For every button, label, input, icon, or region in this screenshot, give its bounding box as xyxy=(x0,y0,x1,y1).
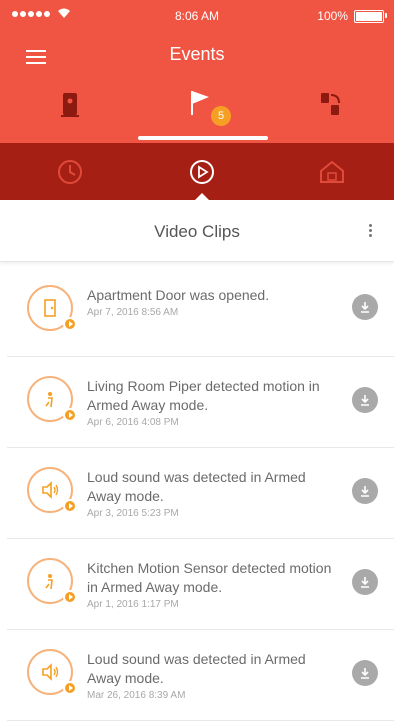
tab-indicator xyxy=(138,136,268,140)
play-badge-icon xyxy=(63,317,77,331)
events-count-badge: 5 xyxy=(211,106,231,126)
play-badge-icon xyxy=(63,590,77,604)
event-title: Loud sound was detected in Armed Away mo… xyxy=(87,469,306,504)
battery-tip xyxy=(385,13,387,18)
event-title: Living Room Piper detected motion in Arm… xyxy=(87,378,320,413)
list-item[interactable]: Apartment Door was opened. Apr 7, 2016 8… xyxy=(7,266,394,357)
subtab-history[interactable] xyxy=(40,153,100,191)
event-time: Apr 6, 2016 4:08 PM xyxy=(87,417,179,428)
event-time: Apr 7, 2016 8:56 AM xyxy=(87,307,179,318)
event-time: Apr 1, 2016 1:17 PM xyxy=(87,599,179,610)
history-icon xyxy=(58,160,82,184)
list-item[interactable]: Living Room Piper detected motion in Arm… xyxy=(7,357,394,448)
home-icon xyxy=(320,160,344,183)
list-item[interactable]: Loud sound was detected in Armed Away mo… xyxy=(7,630,394,721)
play-badge-icon xyxy=(63,408,77,422)
play-circle-icon xyxy=(190,160,214,184)
list-item[interactable]: Kitchen Motion Sensor detected motion in… xyxy=(7,539,394,630)
page-title: Events xyxy=(169,44,225,64)
download-icon[interactable] xyxy=(352,478,378,504)
section-title: Video Clips xyxy=(154,222,240,241)
subtab-home[interactable] xyxy=(302,153,362,191)
battery-percent: 100% xyxy=(317,9,348,23)
list-item[interactable]: Loud sound was detected in Armed Away mo… xyxy=(7,448,394,539)
section-header: Video Clips xyxy=(0,201,394,262)
event-title: Apartment Door was opened. xyxy=(87,287,270,303)
tab-device[interactable] xyxy=(35,85,105,129)
download-icon[interactable] xyxy=(352,660,378,686)
download-icon[interactable] xyxy=(352,294,378,320)
sub-nav xyxy=(0,143,394,200)
download-icon[interactable] xyxy=(352,569,378,595)
selected-caret xyxy=(194,193,210,201)
play-badge-icon xyxy=(63,499,77,513)
event-title: Kitchen Motion Sensor detected motion in… xyxy=(87,560,332,595)
sensor-icon xyxy=(321,93,340,115)
device-icon xyxy=(61,93,79,117)
more-options-icon[interactable] xyxy=(365,222,375,242)
subtab-video-clips[interactable] xyxy=(172,153,232,191)
event-time: Apr 3, 2016 5:23 PM xyxy=(87,508,179,519)
download-icon[interactable] xyxy=(352,387,378,413)
events-list: Apartment Door was opened. Apr 7, 2016 8… xyxy=(7,266,394,721)
tab-sensors[interactable] xyxy=(295,85,365,129)
battery-icon xyxy=(354,10,384,23)
status-bar: 8:06 AM 100% xyxy=(0,0,394,30)
play-badge-icon xyxy=(63,681,77,695)
app-header: 8:06 AM 100% Events 5 xyxy=(0,0,394,143)
event-title: Loud sound was detected in Armed Away mo… xyxy=(87,651,306,686)
